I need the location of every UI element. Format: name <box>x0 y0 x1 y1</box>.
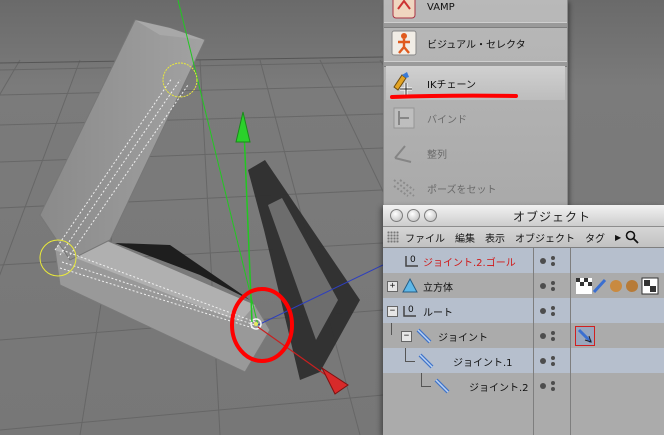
null-object-icon: 0 <box>405 255 418 267</box>
object-name[interactable]: ジョイント <box>438 329 488 344</box>
window-minimize-button[interactable] <box>407 209 420 222</box>
ik-tag-icon[interactable] <box>575 326 595 346</box>
visibility-dots[interactable] <box>538 304 558 318</box>
tree-row-joint1[interactable]: ジョイント.1 <box>383 348 664 373</box>
ik-chain-icon <box>389 68 419 98</box>
menu-item-ik-chain[interactable]: IKチェーン <box>386 66 565 100</box>
object-name[interactable]: ジョイント.1 <box>453 354 513 369</box>
tree-row-joint2-goal[interactable]: 0 ジョイント.2.ゴール <box>383 248 664 273</box>
collapse-button[interactable]: − <box>387 306 398 317</box>
tree-connector <box>421 373 422 386</box>
bone-object-icon <box>416 328 432 344</box>
object-manager-window: オブジェクト ファイル 編集 表示 オブジェクト タグ ▶ 0 ジョイント.2.… <box>383 205 664 435</box>
object-manager-titlebar[interactable]: オブジェクト <box>383 205 664 227</box>
menu-object[interactable]: オブジェクト <box>515 230 575 245</box>
object-name[interactable]: ジョイント.2.ゴール <box>423 254 516 269</box>
checker-tag-icon[interactable] <box>641 277 659 295</box>
root-joint-center <box>254 322 258 326</box>
object-tree: 0 ジョイント.2.ゴール + 立方体 − 0 ルート − ジョイント ジョイン… <box>383 248 664 435</box>
tree-connector <box>421 386 431 387</box>
menu-item-label: バインド <box>427 114 467 126</box>
expand-button[interactable]: + <box>387 281 398 292</box>
object-name[interactable]: ジョイント.2 <box>469 379 529 394</box>
menu-item-label: 整列 <box>427 149 447 161</box>
tree-connector <box>405 361 415 362</box>
collapse-button[interactable]: − <box>401 331 412 342</box>
visibility-dots[interactable] <box>538 329 558 343</box>
object-name[interactable]: 立方体 <box>423 279 453 294</box>
search-icon[interactable] <box>625 230 639 244</box>
align-icon <box>389 138 419 168</box>
column-divider[interactable] <box>570 248 571 435</box>
menu-edit[interactable]: 編集 <box>455 230 475 245</box>
menu-item-label: ポーズをセット <box>427 184 497 196</box>
bind-icon <box>389 103 419 133</box>
bone-object-icon <box>418 353 434 369</box>
visibility-dots[interactable] <box>538 379 558 393</box>
menu-item-label: IKチェーン <box>427 79 477 91</box>
tree-row-joint[interactable]: − ジョイント <box>383 323 664 348</box>
column-divider[interactable] <box>533 248 534 435</box>
window-zoom-button[interactable] <box>424 209 437 222</box>
menu-item-label: VAMP <box>427 1 455 13</box>
texture-tag-icon[interactable] <box>623 277 641 295</box>
cube-object-icon <box>402 277 418 293</box>
menu-view[interactable]: 表示 <box>485 230 505 245</box>
svg-text:0: 0 <box>408 305 414 315</box>
visual-selector-icon <box>389 28 419 58</box>
menu-tag[interactable]: タグ <box>585 230 605 245</box>
tree-row-root[interactable]: − 0 ルート <box>383 298 664 323</box>
visibility-dots[interactable] <box>538 254 558 268</box>
visibility-dots[interactable] <box>538 279 558 293</box>
window-close-button[interactable] <box>390 209 403 222</box>
object-name[interactable]: ルート <box>423 304 453 319</box>
tree-row-joint2[interactable]: ジョイント.2 <box>383 373 664 398</box>
menu-item-bind[interactable]: バインド <box>386 101 565 135</box>
drag-grip-icon[interactable] <box>387 231 399 243</box>
plugin-menu: VAMP ビジュアル・セレクタ IKチェーン バインド 整列 ポーズをセット <box>383 0 568 210</box>
window-title: オブジェクト <box>513 210 592 224</box>
tree-connector <box>405 348 406 361</box>
menu-item-vamp[interactable]: VAMP <box>386 0 565 24</box>
menu-more-arrow-icon[interactable]: ▶ <box>615 233 621 242</box>
tree-row-cube[interactable]: + 立方体 <box>383 273 664 298</box>
set-pose-icon <box>389 173 419 203</box>
bone-object-icon <box>434 378 450 394</box>
menu-item-visual-selector[interactable]: ビジュアル・セレクタ <box>386 26 565 60</box>
vamp-icon <box>389 0 419 22</box>
visibility-dots[interactable] <box>538 354 558 368</box>
null-object-icon: 0 <box>403 305 416 317</box>
menu-item-align[interactable]: 整列 <box>386 136 565 170</box>
tree-connector <box>391 323 392 335</box>
svg-text:0: 0 <box>410 255 416 265</box>
menu-file[interactable]: ファイル <box>405 230 445 245</box>
object-manager-menubar: ファイル 編集 表示 オブジェクト タグ ▶ <box>383 227 664 248</box>
menu-item-label: ビジュアル・セレクタ <box>427 39 526 51</box>
menu-item-set-pose[interactable]: ポーズをセット <box>386 171 565 205</box>
